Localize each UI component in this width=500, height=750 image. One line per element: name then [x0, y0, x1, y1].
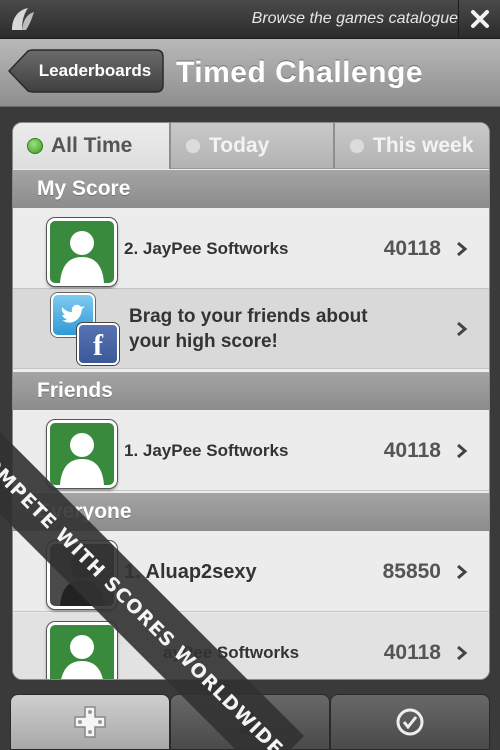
brag-text: Brag to your friends about your high sco… [129, 304, 429, 354]
avatar [47, 541, 117, 609]
chevron-right-icon [457, 564, 468, 580]
header-bar: Leaderboards Timed Challenge [0, 39, 500, 107]
tab-today[interactable]: Today [171, 123, 335, 169]
player-name: 2. JayPee Softworks [124, 239, 289, 258]
player-name: 1. Aluap2sexy [124, 561, 257, 583]
user-silhouette-icon [60, 433, 104, 485]
bottom-toolbar [10, 694, 490, 750]
tab-all-time[interactable]: All Time [13, 123, 171, 169]
chevron-right-icon [457, 645, 468, 661]
everyone-row[interactable]: 1. Aluap2sexy 85850 [13, 532, 489, 612]
toolbar-achievements-button[interactable] [330, 694, 490, 750]
my-score-row[interactable]: 2. JayPee Softworks 40118 [13, 209, 489, 289]
chevron-right-icon [457, 321, 468, 337]
tab-label: All Time [51, 134, 133, 157]
close-x-icon [471, 10, 489, 28]
page-title: Timed Challenge [176, 56, 424, 89]
avatar [47, 218, 117, 286]
browse-catalogue-link[interactable]: Browse the games catalogue [210, 0, 458, 38]
chevron-right-icon [457, 241, 468, 257]
brag-share-row[interactable]: f Brag to your friends about your high s… [13, 289, 489, 369]
toolbar-games-button[interactable] [10, 694, 170, 750]
section-header-my-score: My Score [13, 170, 489, 208]
facebook-icon: f [77, 323, 119, 365]
time-filter-tabs: All Time Today This week [13, 123, 489, 169]
player-name: ayPee Softworks [163, 643, 300, 662]
radio-selected-icon [27, 138, 43, 154]
player-score: 40118 [383, 237, 441, 260]
section-header-friends: Friends [13, 372, 489, 410]
brag-line-2: your high score! [129, 331, 278, 352]
radio-icon [185, 137, 201, 154]
player-score: 40118 [383, 439, 441, 462]
gamepad-icon [74, 706, 106, 738]
leaf-logo-icon [8, 6, 36, 32]
top-bar: Browse the games catalogue [0, 0, 500, 39]
tab-this-week[interactable]: This week [335, 123, 489, 169]
avatar [47, 420, 117, 488]
radio-icon [349, 137, 365, 154]
player-score: 85850 [382, 560, 441, 583]
toolbar-profile-button[interactable] [170, 694, 330, 750]
brag-line-1: Brag to your friends about [129, 306, 368, 327]
tab-label: Today [209, 133, 270, 157]
user-silhouette-icon [60, 554, 104, 606]
chevron-right-icon [457, 443, 468, 459]
player-name: 1. JayPee Softworks [124, 441, 289, 460]
back-button-label: Leaderboards [38, 61, 152, 80]
section-header-everyone: Everyone [13, 493, 489, 531]
leaderboard-panel: All Time Today This week My Score 2. Jay… [12, 122, 490, 680]
profile-icon [239, 711, 261, 735]
avatar [47, 622, 117, 679]
player-score: 40118 [383, 641, 441, 664]
user-silhouette-icon [61, 635, 103, 679]
everyone-row[interactable]: ayPee Softworks 40118 [13, 613, 489, 679]
checkmark-icon [396, 708, 424, 736]
friends-row[interactable]: 1. JayPee Softworks 40118 [13, 411, 489, 491]
user-silhouette-icon [60, 231, 104, 283]
leaderboards-back-button[interactable]: Leaderboards [8, 49, 164, 93]
tab-label: This week [373, 133, 474, 157]
close-button[interactable] [458, 0, 500, 38]
